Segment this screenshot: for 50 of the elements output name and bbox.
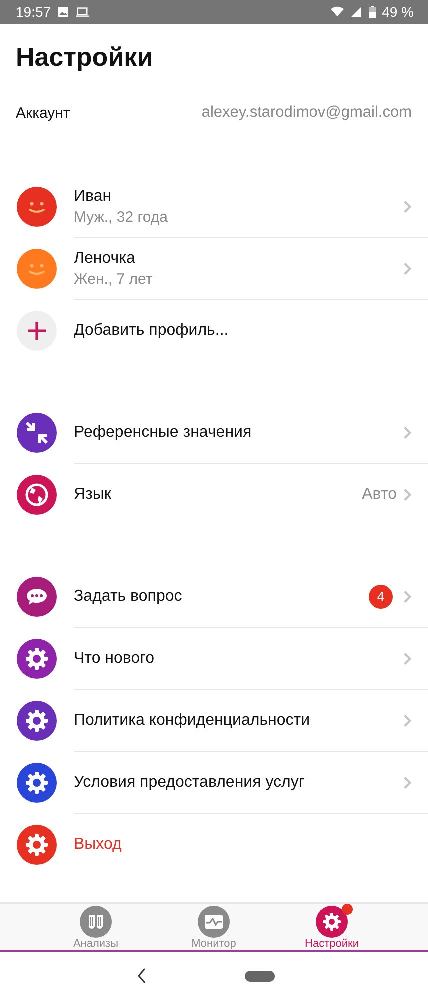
settings-item[interactable]: Добавить профиль... [0,300,428,362]
settings-item[interactable]: Язык Авто [0,464,428,526]
item-value: Авто [362,486,397,504]
item-title: Что нового [74,650,156,668]
item-title: Условия предоставления услуг [74,774,306,792]
battery-icon [369,6,376,18]
test-tubes-icon [80,906,112,938]
battery-level: 49 % [382,4,414,20]
item-title: Язык [74,486,112,504]
settings-item[interactable]: Условия предоставления услуг [0,752,428,814]
smiley-avatar-icon [17,187,57,227]
settings-item[interactable]: Что нового [0,628,428,690]
item-title: Леночка [74,250,136,268]
settings-item[interactable]: Выход [0,814,428,876]
pulse-monitor-icon [198,906,230,938]
page-title: Настройки [15,40,154,74]
globe-icon [17,475,57,515]
laptop-icon [76,6,90,18]
item-title: Референсные значения [74,424,253,442]
settings-item[interactable]: Референсные значения [0,402,428,464]
clock: 19:57 [16,4,52,20]
item-title: Добавить профиль... [74,322,230,340]
chat-icon [17,577,57,617]
settings-item[interactable]: Политика конфиденциальности [0,690,428,752]
item-title: Выход [74,836,123,854]
smiley-avatar-icon [17,249,57,289]
home-button[interactable] [245,970,275,982]
wifi-icon [331,6,344,18]
gear-icon [17,639,57,679]
gear-icon [17,701,57,741]
item-subtitle: Муж., 32 года [74,208,169,226]
gear-icon [316,906,348,938]
gear-icon [17,763,57,803]
signal-icon [350,6,364,18]
settings-item[interactable]: Задать вопрос 4 [0,566,428,628]
account-label: Аккаунт [16,104,70,122]
arrows-icon [17,413,57,453]
item-title: Задать вопрос [74,588,184,606]
item-title: Политика конфиденциальности [74,712,312,730]
item-subtitle: Жен., 7 лет [74,270,154,288]
gear-icon [17,825,57,865]
image-icon [57,6,70,18]
add-icon [17,311,57,351]
settings-item[interactable]: Иван Муж., 32 года [0,176,428,238]
tab[interactable]: Настройки [297,904,367,950]
item-title: Иван [74,188,113,206]
settings-item[interactable]: Леночка Жен., 7 лет [0,238,428,300]
count-badge: 4 [369,584,393,608]
back-icon[interactable] [137,968,147,984]
account-email[interactable]: alexey.starodimov@gmail.com [202,104,412,122]
